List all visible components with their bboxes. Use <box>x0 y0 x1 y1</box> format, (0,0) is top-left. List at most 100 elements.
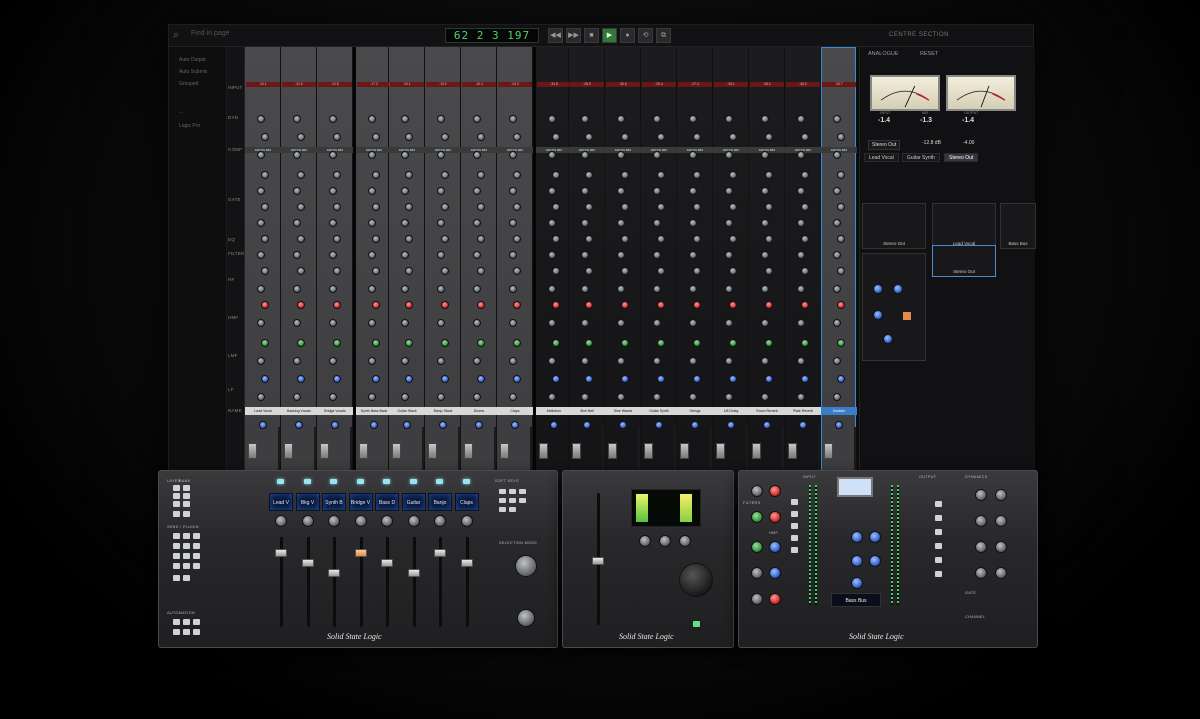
v-pot-knob[interactable] <box>460 515 473 527</box>
channel-knob[interactable] <box>617 393 625 401</box>
soft-key-button[interactable] <box>509 489 516 494</box>
channel-knob[interactable] <box>689 319 697 327</box>
channel-knob[interactable] <box>401 285 409 293</box>
channel-knob[interactable] <box>797 393 805 401</box>
fader-cap[interactable] <box>354 549 367 557</box>
channel-knob[interactable] <box>581 151 589 159</box>
layer-button[interactable] <box>183 501 190 507</box>
pan-knob[interactable] <box>511 421 519 429</box>
layer-button[interactable] <box>173 493 180 499</box>
channel-fader[interactable] <box>392 443 401 459</box>
channel-name-label[interactable]: Strings <box>677 407 713 415</box>
channel-strip-knob[interactable] <box>751 593 763 605</box>
channel-strip-knob[interactable] <box>769 511 781 523</box>
channel-knob[interactable] <box>725 187 733 195</box>
channel-knob[interactable] <box>693 203 701 211</box>
channel-knob[interactable] <box>401 251 409 259</box>
channel-knob[interactable] <box>368 251 376 259</box>
channel-knob[interactable] <box>621 301 629 309</box>
channel-knob[interactable] <box>801 235 809 243</box>
channel-knob[interactable] <box>372 171 380 179</box>
channel-knob[interactable] <box>833 285 841 293</box>
channel-knob[interactable] <box>797 151 805 159</box>
channel-knob[interactable] <box>797 187 805 195</box>
channel-knob[interactable] <box>725 251 733 259</box>
channel-fader[interactable] <box>500 443 509 459</box>
channel-knob[interactable] <box>261 235 269 243</box>
channel-knob[interactable] <box>441 203 449 211</box>
channel-knob[interactable] <box>693 171 701 179</box>
pan-knob[interactable] <box>331 421 339 429</box>
layer-button[interactable] <box>193 533 200 539</box>
channel-knob[interactable] <box>581 285 589 293</box>
channel-knob[interactable] <box>297 235 305 243</box>
channel-knob[interactable] <box>297 133 305 141</box>
pan-knob[interactable] <box>295 421 303 429</box>
pan-knob[interactable] <box>550 421 558 429</box>
channel-knob[interactable] <box>581 115 589 123</box>
channel-fader[interactable] <box>608 443 617 459</box>
channel-knob[interactable] <box>509 393 517 401</box>
pan-knob[interactable] <box>475 421 483 429</box>
channel-knob[interactable] <box>368 319 376 327</box>
channel-knob[interactable] <box>261 267 269 275</box>
channel-knob[interactable] <box>693 133 701 141</box>
channel-name-label[interactable]: Mellotron <box>536 407 572 415</box>
channel-knob[interactable] <box>477 267 485 275</box>
channel-knob[interactable] <box>333 301 341 309</box>
v-pot-knob[interactable] <box>354 515 367 527</box>
layer-button[interactable] <box>173 485 180 491</box>
channel-knob[interactable] <box>405 339 413 347</box>
layer-button[interactable] <box>183 619 190 625</box>
channel-knob[interactable] <box>725 151 733 159</box>
channel-knob[interactable] <box>585 171 593 179</box>
v-pot-knob[interactable] <box>407 515 420 527</box>
sidebar-item-auto-output[interactable]: Auto Output <box>179 57 206 63</box>
channel-strip-button[interactable] <box>791 511 798 517</box>
rewind-button[interactable]: ◀◀ <box>548 28 563 43</box>
channel-knob[interactable] <box>548 285 556 293</box>
channel-knob[interactable] <box>725 219 733 227</box>
channel-knob[interactable] <box>333 203 341 211</box>
channel-knob[interactable] <box>552 133 560 141</box>
channel-knob[interactable] <box>725 319 733 327</box>
channel-knob[interactable] <box>797 115 805 123</box>
channel-name-label[interactable]: Lead Vocal <box>245 407 281 415</box>
channel-knob[interactable] <box>729 171 737 179</box>
channel-knob[interactable] <box>333 235 341 243</box>
channel-knob[interactable] <box>653 151 661 159</box>
plugin-card-stereo-out-selected[interactable]: Stereo Out <box>932 245 996 277</box>
channel-knob[interactable] <box>473 251 481 259</box>
channel-knob[interactable] <box>761 115 769 123</box>
channel-knob[interactable] <box>729 375 737 383</box>
channel-knob[interactable] <box>801 133 809 141</box>
channel-strip-knob[interactable] <box>851 531 863 543</box>
channel-knob[interactable] <box>368 115 376 123</box>
channel-knob[interactable] <box>617 115 625 123</box>
layer-button[interactable] <box>183 575 190 581</box>
tab-lead-vocal[interactable]: Lead Vocal <box>864 153 899 162</box>
channel-knob[interactable] <box>333 375 341 383</box>
channel-knob[interactable] <box>725 393 733 401</box>
v-pot-knob[interactable] <box>301 515 314 527</box>
channel-knob[interactable] <box>441 267 449 275</box>
channel-knob[interactable] <box>833 219 841 227</box>
channel-knob[interactable] <box>621 203 629 211</box>
channel-knob[interactable] <box>329 285 337 293</box>
pan-knob[interactable] <box>835 421 843 429</box>
channel-knob[interactable] <box>761 219 769 227</box>
channel-knob[interactable] <box>293 251 301 259</box>
channel-knob[interactable] <box>765 171 773 179</box>
channel-knob[interactable] <box>473 357 481 365</box>
channel-knob[interactable] <box>329 219 337 227</box>
channel-knob[interactable] <box>368 187 376 195</box>
channel-knob[interactable] <box>801 375 809 383</box>
channel-knob[interactable] <box>477 203 485 211</box>
channel-knob[interactable] <box>689 393 697 401</box>
channel-knob[interactable] <box>333 267 341 275</box>
channel-knob[interactable] <box>653 187 661 195</box>
layer-button[interactable] <box>183 485 190 491</box>
soft-key-button[interactable] <box>509 507 516 512</box>
channel-knob[interactable] <box>473 219 481 227</box>
channel-knob[interactable] <box>689 115 697 123</box>
